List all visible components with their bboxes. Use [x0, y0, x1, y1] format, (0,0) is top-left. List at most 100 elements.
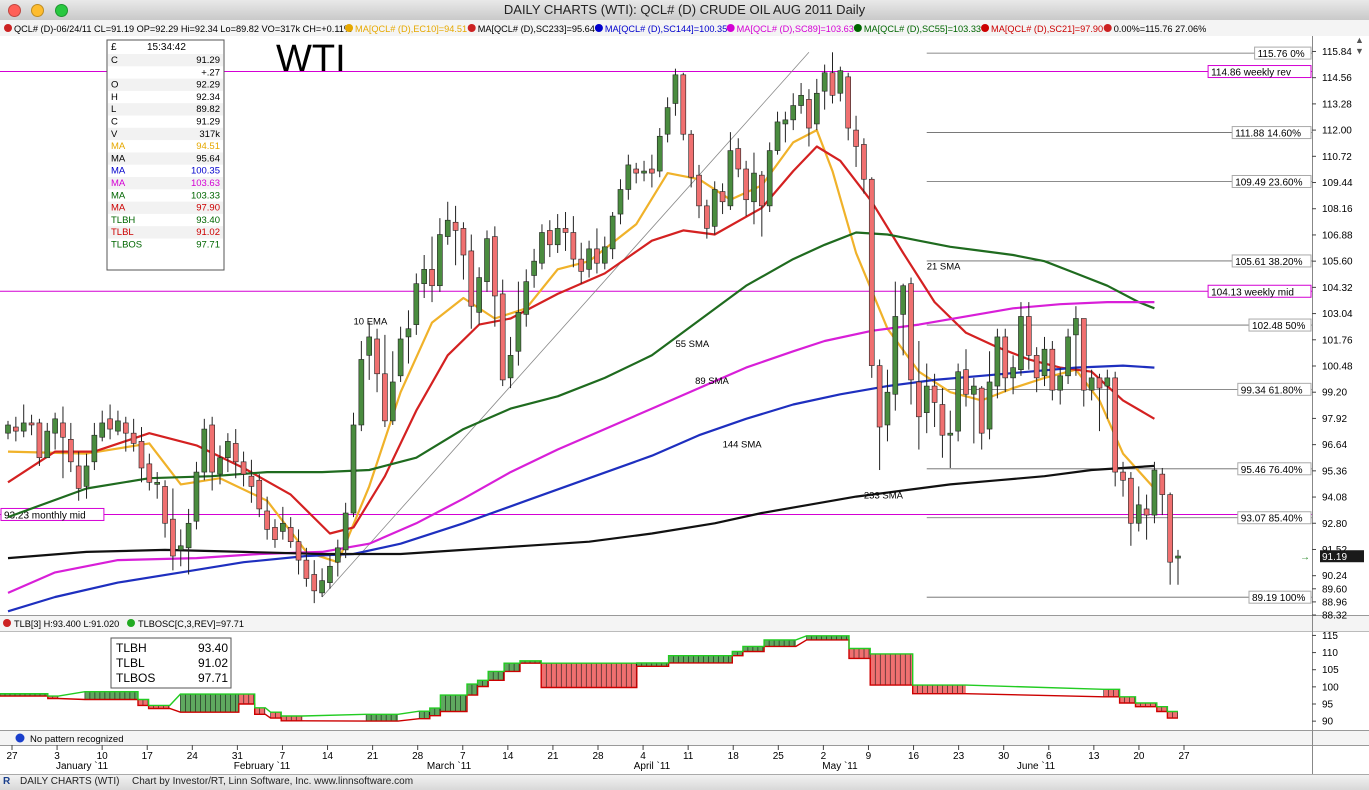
candle[interactable] — [311, 560, 318, 604]
candle[interactable] — [413, 273, 420, 335]
candle[interactable] — [625, 154, 632, 200]
candle[interactable] — [853, 115, 859, 167]
candle[interactable] — [248, 459, 255, 503]
candle[interactable] — [225, 433, 231, 473]
candle[interactable] — [939, 388, 946, 458]
candle[interactable] — [499, 279, 506, 387]
candle[interactable] — [798, 83, 804, 114]
candle[interactable] — [240, 451, 247, 487]
candle[interactable] — [374, 328, 380, 393]
candle[interactable] — [578, 242, 585, 284]
candle[interactable] — [20, 404, 27, 438]
candle[interactable] — [1018, 302, 1024, 376]
candle[interactable] — [955, 363, 961, 442]
candle[interactable] — [272, 519, 278, 548]
candle[interactable] — [594, 228, 600, 274]
candle[interactable] — [107, 404, 113, 440]
candle[interactable] — [52, 412, 58, 450]
candle[interactable] — [334, 539, 341, 577]
candle[interactable] — [177, 529, 184, 567]
candle[interactable] — [845, 72, 852, 141]
candle[interactable] — [397, 326, 404, 382]
candle[interactable] — [1080, 318, 1087, 407]
candle[interactable] — [68, 422, 74, 473]
candle[interactable] — [617, 179, 624, 225]
candle[interactable] — [342, 502, 349, 559]
candle[interactable] — [609, 212, 616, 260]
candle[interactable] — [280, 506, 286, 540]
chart-area[interactable]: QCL# (D)-06/24/11 CL=91.19 OP=92.29 Hi=9… — [0, 20, 1369, 775]
candle[interactable] — [743, 160, 749, 217]
candle[interactable] — [923, 363, 930, 434]
candle[interactable] — [570, 216, 577, 268]
candle[interactable] — [36, 418, 43, 466]
candle[interactable] — [884, 369, 891, 442]
candle[interactable] — [1049, 341, 1056, 401]
candle[interactable] — [256, 474, 263, 518]
candle[interactable] — [547, 220, 553, 258]
candle[interactable] — [531, 248, 537, 288]
candle[interactable] — [719, 183, 726, 215]
candle[interactable] — [154, 472, 160, 499]
candle[interactable] — [319, 568, 325, 597]
candle[interactable] — [429, 236, 435, 303]
candle[interactable] — [900, 283, 906, 356]
candle[interactable] — [460, 222, 467, 280]
candle[interactable] — [562, 212, 569, 251]
candle[interactable] — [437, 218, 443, 292]
candle[interactable] — [1167, 492, 1173, 585]
candle[interactable] — [515, 281, 522, 366]
candle[interactable] — [146, 453, 153, 491]
candle[interactable] — [405, 310, 412, 364]
candle[interactable] — [201, 418, 208, 481]
candle[interactable] — [672, 68, 679, 116]
candle[interactable] — [13, 416, 19, 442]
candle[interactable] — [60, 406, 66, 479]
candle[interactable] — [711, 181, 718, 235]
candle[interactable] — [829, 52, 836, 104]
candle[interactable] — [641, 160, 647, 182]
candle[interactable] — [1135, 486, 1142, 532]
candle[interactable] — [28, 414, 35, 436]
candle[interactable] — [444, 201, 451, 245]
candle[interactable] — [1151, 461, 1158, 524]
candle[interactable] — [727, 132, 734, 210]
candle[interactable] — [766, 142, 773, 213]
candle[interactable] — [1159, 467, 1166, 516]
candle[interactable] — [75, 451, 82, 501]
candle[interactable] — [971, 377, 977, 444]
candle[interactable] — [813, 78, 820, 131]
candle[interactable] — [162, 480, 168, 538]
candle[interactable] — [115, 410, 121, 436]
candle[interactable] — [735, 138, 742, 178]
candle[interactable] — [892, 281, 899, 411]
candle[interactable] — [366, 322, 373, 380]
candle[interactable] — [476, 267, 482, 325]
candle[interactable] — [759, 171, 765, 237]
candle[interactable] — [1065, 328, 1071, 385]
candle[interactable] — [963, 349, 969, 407]
candle[interactable] — [232, 429, 239, 479]
candle[interactable] — [1112, 371, 1118, 487]
candle[interactable] — [193, 461, 200, 530]
candle[interactable] — [554, 214, 561, 253]
candle[interactable] — [876, 359, 883, 471]
candle[interactable] — [507, 336, 514, 389]
candle[interactable] — [1143, 494, 1150, 540]
candle[interactable] — [680, 72, 687, 141]
candle[interactable] — [1128, 472, 1134, 546]
candle[interactable] — [947, 410, 954, 468]
candle[interactable] — [790, 93, 797, 131]
candle[interactable] — [649, 154, 655, 188]
candle[interactable] — [389, 351, 396, 425]
candle[interactable] — [1002, 328, 1009, 393]
candle[interactable] — [994, 328, 1001, 399]
candle[interactable] — [382, 334, 388, 428]
candle[interactable] — [1033, 347, 1040, 393]
candle[interactable] — [83, 453, 90, 499]
candle[interactable] — [633, 162, 639, 184]
candle[interactable] — [91, 422, 98, 471]
candle[interactable] — [908, 277, 914, 405]
candle[interactable] — [861, 138, 867, 194]
candle[interactable] — [837, 66, 844, 102]
